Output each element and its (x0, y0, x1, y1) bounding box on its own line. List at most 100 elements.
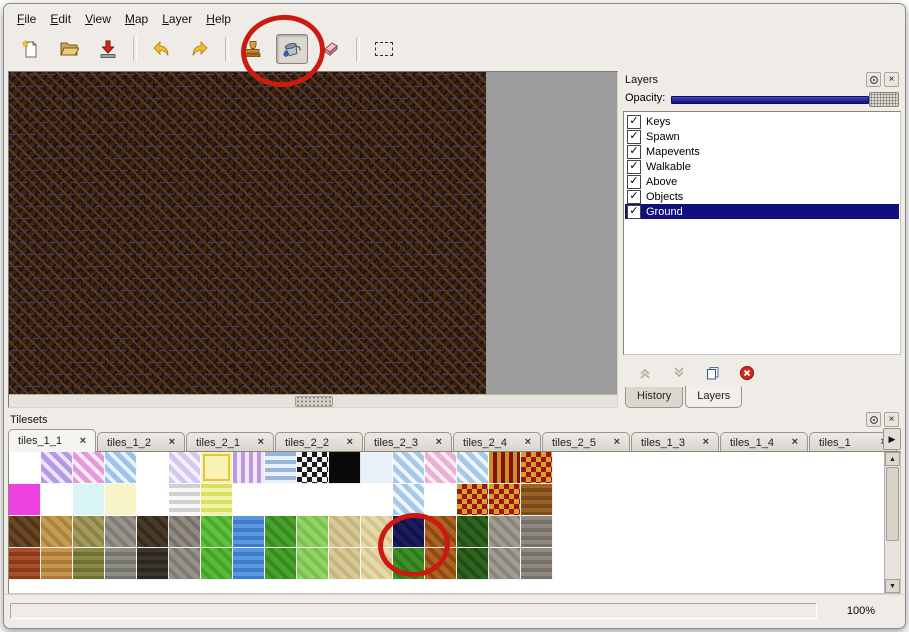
bucket-fill-button[interactable] (276, 34, 308, 64)
open-button[interactable] (53, 34, 85, 64)
save-button[interactable] (92, 34, 124, 64)
tileset-tile[interactable] (169, 452, 201, 484)
close-tab-icon[interactable]: × (169, 437, 175, 448)
tileset-tile[interactable] (393, 484, 425, 516)
tileset-scrollbar[interactable]: ▲ ▼ (884, 452, 900, 593)
close-tab-icon[interactable]: × (614, 437, 620, 448)
tileset-tile[interactable] (201, 548, 233, 580)
tileset-tile[interactable] (457, 516, 489, 548)
layer-visibility-checkbox[interactable]: ✓ (627, 145, 641, 159)
tileset-tile[interactable] (489, 516, 521, 548)
tileset-tile[interactable] (393, 548, 425, 580)
tileset-tile[interactable] (233, 516, 265, 548)
close-tab-icon[interactable]: × (347, 437, 353, 448)
tileset-tile[interactable] (73, 548, 105, 580)
tileset-tile[interactable] (521, 484, 553, 516)
new-map-button[interactable] (14, 34, 46, 64)
tileset-tile[interactable] (9, 548, 41, 580)
tileset-grid[interactable] (9, 452, 884, 593)
horizontal-scrollbar[interactable] (9, 394, 617, 407)
layer-row-spawn[interactable]: ✓ Spawn (625, 129, 899, 144)
tileset-tab-tiles_1_4[interactable]: tiles_1_4 × (720, 432, 808, 452)
menu-file[interactable]: File (10, 10, 43, 28)
tileset-tile[interactable] (105, 516, 137, 548)
menu-edit[interactable]: Edit (43, 10, 78, 28)
tileset-tile[interactable] (425, 452, 457, 484)
tileset-tile[interactable] (297, 548, 329, 580)
tileset-tile[interactable] (9, 452, 41, 484)
tileset-tile[interactable] (73, 452, 105, 484)
lower-layer-button[interactable] (669, 363, 689, 383)
tileset-tile[interactable] (297, 452, 329, 484)
layer-visibility-checkbox[interactable]: ✓ (627, 130, 641, 144)
tileset-tile[interactable] (233, 548, 265, 580)
tileset-tile[interactable] (265, 452, 297, 484)
eraser-tool-button[interactable] (315, 34, 347, 64)
tileset-tile[interactable] (329, 452, 361, 484)
layer-visibility-checkbox[interactable]: ✓ (627, 175, 641, 189)
tab-history[interactable]: History (625, 387, 683, 408)
tileset-tile[interactable] (521, 516, 553, 548)
tileset-tile[interactable] (9, 516, 41, 548)
horizontal-scrollbar-thumb[interactable] (295, 396, 333, 407)
delete-layer-button[interactable] (737, 363, 757, 383)
tileset-tile[interactable] (425, 548, 457, 580)
tileset-tile[interactable] (41, 484, 73, 516)
tileset-tile[interactable] (297, 516, 329, 548)
tileset-tile[interactable] (137, 484, 169, 516)
layer-row-objects[interactable]: ✓ Objects (625, 189, 899, 204)
tileset-tile[interactable] (137, 516, 169, 548)
scroll-tabs-right-button[interactable]: ▶ (883, 428, 901, 450)
close-tab-icon[interactable]: × (525, 437, 531, 448)
tileset-tile[interactable] (233, 452, 265, 484)
tileset-tile[interactable] (329, 516, 361, 548)
layer-visibility-checkbox[interactable]: ✓ (627, 190, 641, 204)
tileset-tab-tiles_2_4[interactable]: tiles_2_4 × (453, 432, 541, 452)
map-canvas[interactable] (9, 72, 486, 399)
close-tab-icon[interactable]: × (80, 436, 86, 447)
layer-row-above[interactable]: ✓ Above (625, 174, 899, 189)
tileset-tile[interactable] (73, 484, 105, 516)
undo-button[interactable] (145, 34, 177, 64)
menu-help[interactable]: Help (199, 10, 238, 28)
tileset-tile[interactable] (361, 484, 393, 516)
tileset-tile[interactable] (9, 484, 41, 516)
tileset-tile[interactable] (105, 548, 137, 580)
scroll-down-button[interactable]: ▼ (885, 579, 900, 593)
tileset-tile[interactable] (233, 484, 265, 516)
tileset-tile[interactable] (265, 516, 297, 548)
tileset-tile[interactable] (201, 452, 233, 484)
menu-layer[interactable]: Layer (155, 10, 199, 28)
tileset-tile[interactable] (489, 452, 521, 484)
tileset-tab-tiles_1_3[interactable]: tiles_1_3 × (631, 432, 719, 452)
layer-visibility-checkbox[interactable]: ✓ (627, 160, 641, 174)
tileset-tile[interactable] (521, 452, 553, 484)
float-panel-button[interactable] (866, 412, 881, 427)
tileset-tile[interactable] (201, 484, 233, 516)
tab-layers[interactable]: Layers (685, 386, 742, 408)
tileset-tile[interactable] (137, 452, 169, 484)
tileset-tile[interactable] (361, 452, 393, 484)
layer-row-ground[interactable]: ✓ Ground (625, 204, 899, 219)
redo-button[interactable] (184, 34, 216, 64)
scroll-up-button[interactable]: ▲ (885, 452, 900, 466)
menu-view[interactable]: View (78, 10, 118, 28)
tileset-tile[interactable] (105, 452, 137, 484)
tileset-tile[interactable] (457, 452, 489, 484)
tileset-tile[interactable] (489, 484, 521, 516)
tileset-tile[interactable] (41, 516, 73, 548)
tileset-tile[interactable] (425, 516, 457, 548)
tileset-tile[interactable] (41, 548, 73, 580)
tileset-tile[interactable] (41, 452, 73, 484)
tileset-tile[interactable] (265, 548, 297, 580)
menu-map[interactable]: Map (118, 10, 155, 28)
tileset-tile[interactable] (457, 548, 489, 580)
layer-row-walkable[interactable]: ✓ Walkable (625, 159, 899, 174)
tileset-tile[interactable] (169, 484, 201, 516)
tileset-tab-tiles_1_2[interactable]: tiles_1_2 × (97, 432, 185, 452)
tileset-tile[interactable] (105, 484, 137, 516)
raise-layer-button[interactable] (635, 363, 655, 383)
opacity-slider[interactable] (671, 91, 899, 106)
close-tab-icon[interactable]: × (436, 437, 442, 448)
tileset-scrollbar-thumb[interactable] (886, 467, 899, 541)
